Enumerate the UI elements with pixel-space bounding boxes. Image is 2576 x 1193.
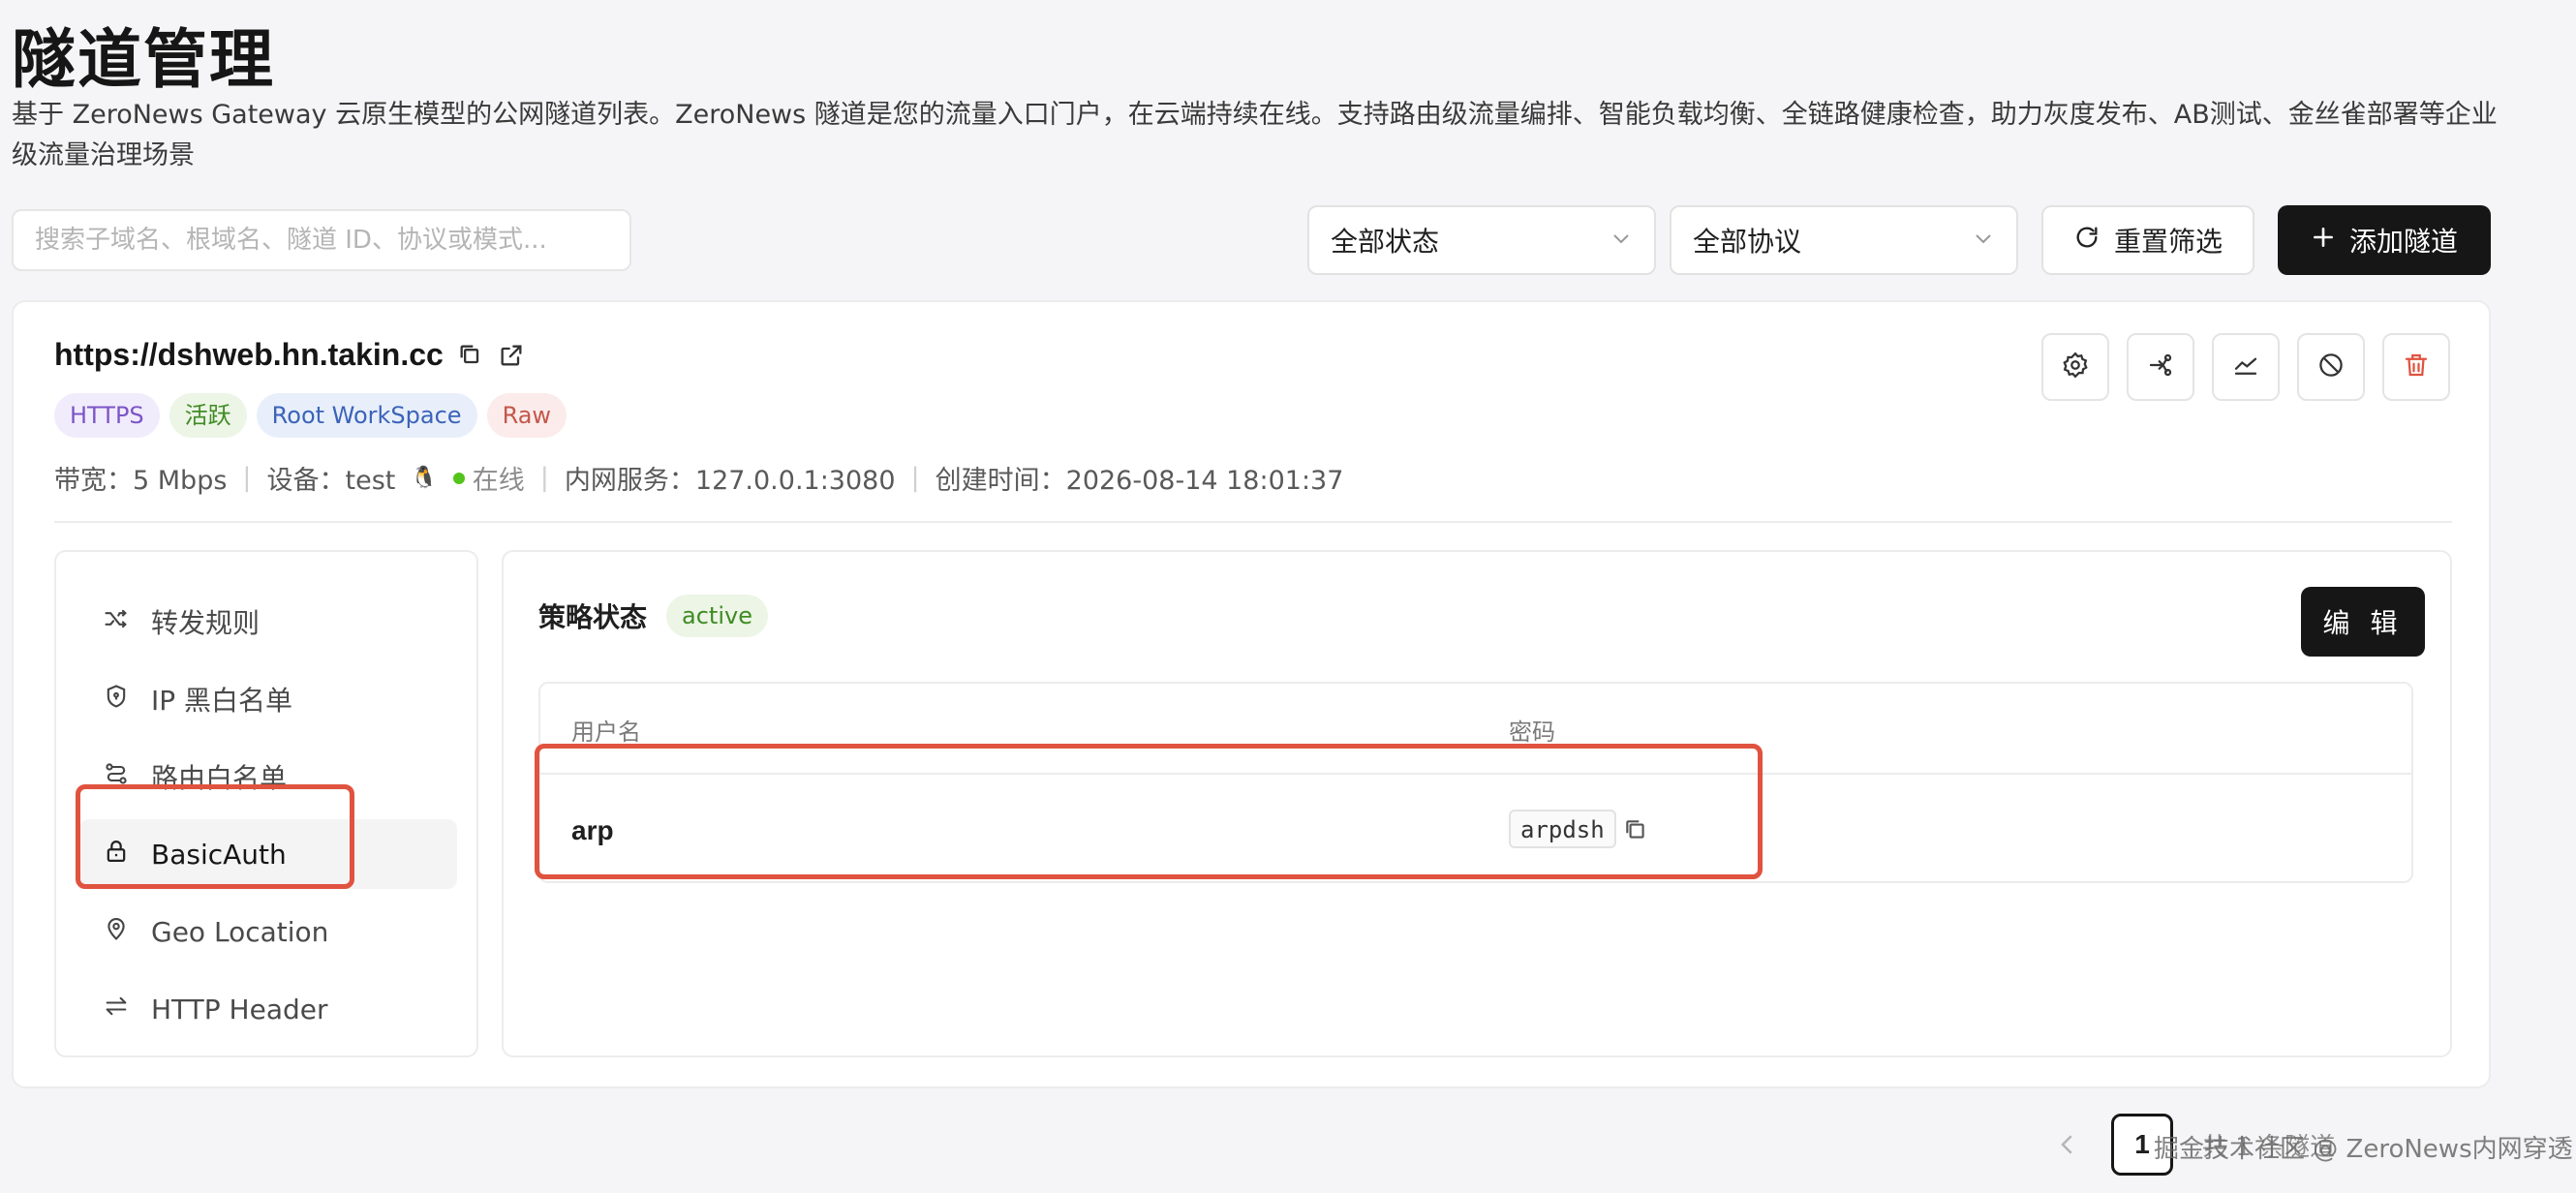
online-dot-icon [452, 472, 465, 484]
tunnel-url: https://dshweb.hn.takin.cc [54, 337, 444, 372]
copy-icon[interactable] [457, 342, 484, 369]
table-divider [540, 773, 2411, 775]
page-title: 隧道管理 [12, 22, 275, 97]
chevron-down-icon [1972, 225, 1995, 257]
add-tunnel-label: 添加隧道 [2348, 226, 2458, 258]
sidebar-item-http-header[interactable]: HTTP Header [79, 974, 457, 1044]
tunnel-card: https://dshweb.hn.takin.cc HTTPS 活跃 Root… [12, 300, 2491, 1088]
page-description: 基于 ZeroNews Gateway 云原生模型的公网隧道列表。ZeroNew… [12, 100, 2498, 170]
lock-icon [103, 838, 130, 872]
sidebar-item-label: Geo Location [151, 915, 329, 948]
tunnel-meta: 带宽：5 Mbps | 设备：test 🐧 在线 | 内网服务：127.0.0.… [54, 459, 1343, 497]
separator: | [242, 463, 252, 493]
location-pin-icon [103, 915, 130, 949]
settings-button[interactable] [2041, 333, 2109, 401]
refresh-icon [2073, 224, 2101, 258]
reset-filters-label: 重置筛选 [2113, 226, 2223, 258]
copy-icon[interactable] [1623, 817, 1648, 842]
sidebar-item-forward-rules[interactable]: 转发规则 [79, 587, 457, 657]
edit-button[interactable]: 编 辑 [2301, 587, 2425, 657]
sidebar-item-ip-list[interactable]: IP 黑白名单 [79, 664, 457, 734]
status-select[interactable]: 全部状态 [1307, 205, 1656, 275]
protocol-select[interactable]: 全部协议 [1670, 205, 2018, 275]
sidebar-item-label: 转发规则 [151, 607, 261, 639]
status-select-value: 全部状态 [1331, 226, 1440, 258]
tag-workspace: Root WorkSpace [256, 393, 477, 438]
policy-status-badge: active [666, 595, 768, 637]
created-time: 创建时间：2026-08-14 18:01:37 [935, 466, 1344, 496]
sidebar-item-geo-location[interactable]: Geo Location [79, 897, 457, 966]
divider [54, 521, 2452, 523]
sidebar-item-label: HTTP Header [151, 993, 328, 1025]
linux-icon: 🐧 [411, 466, 438, 490]
gear-icon [2061, 351, 2090, 384]
service-text: 内网服务：127.0.0.1:3080 [564, 466, 896, 496]
ban-icon [2316, 351, 2346, 384]
online-status: 在线 [472, 466, 525, 496]
bandwidth-text: 带宽：5 Mbps [54, 466, 228, 496]
column-header-username: 用户名 [571, 719, 641, 746]
sidebar-item-label: 路由白名单 [151, 762, 288, 794]
sidebar-item-basicauth[interactable]: BasicAuth [79, 819, 457, 889]
share-icon [2146, 351, 2175, 384]
chevron-left-icon[interactable] [2053, 1130, 2082, 1159]
policy-title-row: 策略状态 active [538, 595, 768, 637]
sidebar-item-label: IP 黑白名单 [151, 685, 293, 717]
add-tunnel-button[interactable]: 添加隧道 [2278, 205, 2491, 275]
username-cell: arp [571, 815, 614, 845]
disable-button[interactable] [2297, 333, 2365, 401]
policy-panel: 策略状态 active 编 辑 用户名 密码 arp arpdsh [502, 550, 2452, 1057]
reset-filters-button[interactable]: 重置筛选 [2041, 205, 2254, 275]
tunnel-tags: HTTPS 活跃 Root WorkSpace Raw [54, 393, 567, 438]
sidebar-item-label: BasicAuth [151, 838, 287, 871]
trash-icon [2402, 351, 2431, 384]
arrows-icon [103, 993, 130, 1026]
tunnel-actions [2041, 333, 2450, 401]
policy-title: 策略状态 [538, 601, 648, 633]
search-input[interactable] [12, 209, 631, 271]
shuffle-icon [103, 605, 130, 639]
route-icon [103, 760, 130, 794]
tag-mode: Raw [486, 393, 567, 438]
chevron-down-icon [1610, 225, 1633, 257]
separator: | [539, 463, 549, 493]
plus-icon [2311, 225, 2336, 257]
chart-line-icon [2231, 351, 2260, 384]
protocol-select-value: 全部协议 [1693, 226, 1802, 258]
external-link-icon[interactable] [498, 342, 525, 369]
shield-icon [103, 683, 130, 717]
separator: | [910, 463, 920, 493]
password-cell: arpdsh [1509, 810, 1616, 848]
sidebar-item-route-whitelist[interactable]: 路由白名单 [79, 742, 457, 811]
device-text: 设备：test [266, 466, 396, 496]
tag-status: 活跃 [169, 393, 247, 438]
share-button[interactable] [2127, 333, 2194, 401]
stats-button[interactable] [2212, 333, 2280, 401]
credentials-table: 用户名 密码 arp arpdsh [538, 682, 2413, 883]
tag-protocol: HTTPS [54, 393, 160, 438]
tunnel-header: https://dshweb.hn.takin.cc [54, 337, 525, 373]
policy-sidebar: 转发规则 IP 黑白名单 路由白名单 BasicAuth Geo Locatio… [54, 550, 478, 1057]
watermark-text: 掘金技术社区 @ ZeroNews内网穿透 [2154, 1135, 2573, 1164]
column-header-password: 密码 [1509, 719, 1555, 746]
delete-button[interactable] [2382, 333, 2450, 401]
